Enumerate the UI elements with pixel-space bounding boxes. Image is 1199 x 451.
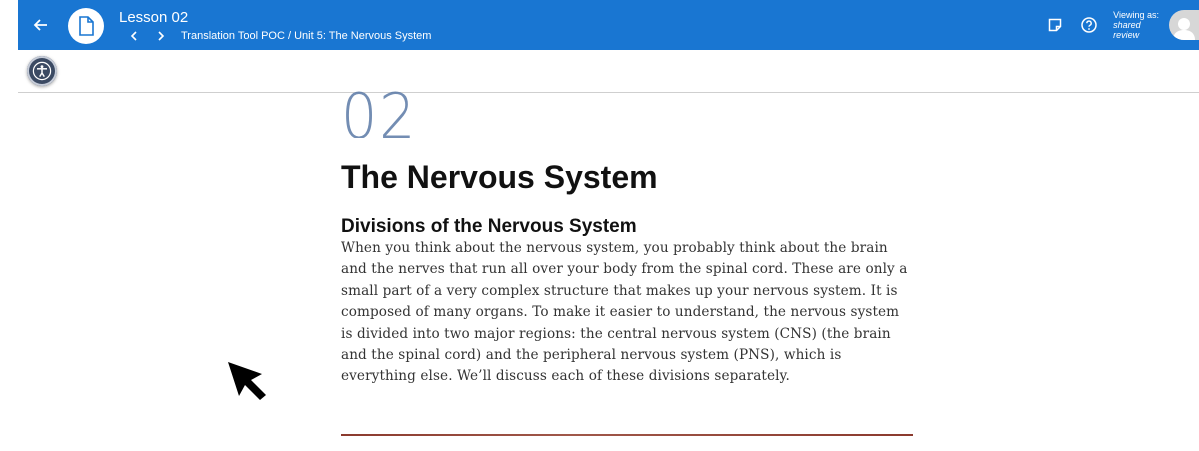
- document-icon: [79, 16, 94, 36]
- breadcrumb: Translation Tool POC / Unit 5: The Nervo…: [125, 29, 431, 43]
- accessibility-button[interactable]: [27, 56, 57, 86]
- viewing-as-label: Viewing as:: [1113, 10, 1159, 20]
- app-header: Lesson 02 Translation Tool POC / Unit 5:…: [18, 0, 1199, 50]
- lesson-icon-badge: [68, 8, 104, 44]
- lesson-content: 02 The Nervous System Divisions of the N…: [341, 86, 913, 388]
- header-tools: Viewing as: shared review: [1045, 0, 1199, 50]
- help-circle-icon: [1081, 17, 1097, 33]
- body-paragraph: When you think about the nervous system,…: [341, 240, 908, 385]
- viewing-mode-line2: review: [1113, 30, 1140, 40]
- next-lesson-button[interactable]: [152, 29, 170, 43]
- section-heading: Divisions of the Nervous System: [341, 216, 637, 237]
- chapter-title: The Nervous System: [341, 159, 658, 195]
- arrow-left-icon: [33, 19, 47, 31]
- mouse-pointer-icon: [228, 362, 266, 400]
- user-avatar[interactable]: [1169, 10, 1199, 40]
- lesson-title: Lesson 02: [119, 9, 189, 26]
- user-icon: [1173, 18, 1195, 40]
- lesson-number: 02: [341, 86, 418, 138]
- back-button[interactable]: [28, 13, 52, 37]
- breadcrumb-path[interactable]: Translation Tool POC / Unit 5: The Nervo…: [181, 30, 431, 42]
- accessibility-icon: [32, 61, 52, 81]
- viewing-as: Viewing as: shared review: [1113, 10, 1159, 40]
- previous-lesson-button[interactable]: [125, 29, 143, 43]
- viewing-mode-line1: shared: [1113, 20, 1141, 30]
- section-divider: [341, 434, 913, 436]
- left-gutter: [0, 0, 18, 451]
- chevron-right-icon: [158, 31, 165, 41]
- notes-button[interactable]: [1045, 15, 1065, 35]
- sticky-note-icon: [1048, 18, 1062, 32]
- chevron-left-icon: [130, 31, 137, 41]
- help-button[interactable]: [1079, 15, 1099, 35]
